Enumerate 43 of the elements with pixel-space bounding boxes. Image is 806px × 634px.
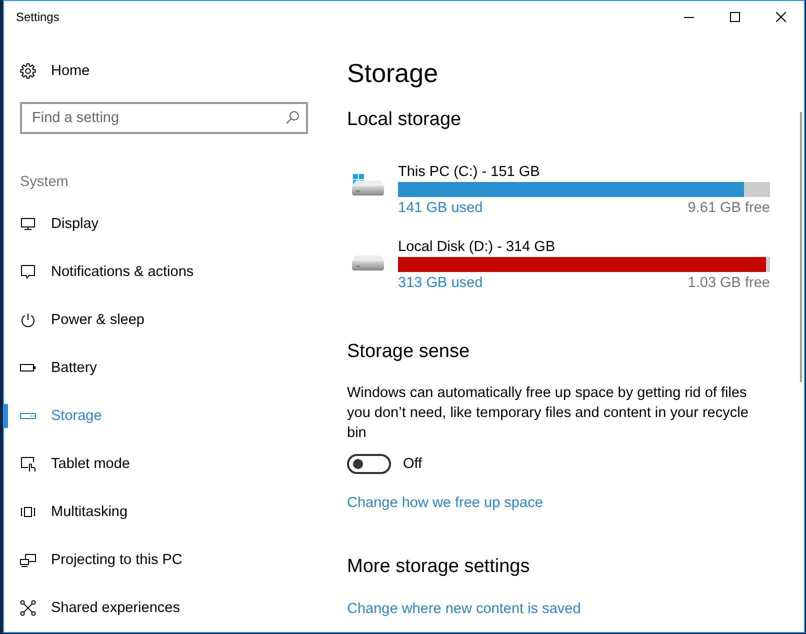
network-nodes-icon <box>20 600 36 616</box>
window-frames-icon <box>20 504 36 520</box>
window-title: Settings <box>15 10 60 24</box>
section-label: System <box>20 173 70 192</box>
search-icon[interactable] <box>286 111 299 124</box>
sidebar-item[interactable]: Display <box>4 200 324 248</box>
screens-icon <box>20 552 36 568</box>
drive-icon <box>352 174 384 196</box>
drive-name: Local Disk (D:) - 314 GB <box>398 238 556 257</box>
sidebar-item[interactable]: Multitasking <box>4 488 324 536</box>
drive-name: This PC (C:) - 151 GB <box>398 163 540 182</box>
maximize-icon <box>730 12 740 22</box>
section-heading: Storage sense <box>347 340 470 364</box>
section-heading: Local storage <box>347 108 462 132</box>
settings-link[interactable]: Change where new content is saved <box>347 599 581 619</box>
sidebar-item[interactable]: Notifications & actions <box>4 248 324 296</box>
section-heading: More storage settings <box>347 555 530 579</box>
scrollbar-thumb[interactable] <box>800 112 802 382</box>
tablet-touch-icon <box>20 456 36 472</box>
speech-bubble-icon <box>20 264 36 280</box>
close-icon <box>776 12 786 22</box>
free-up-space-link[interactable]: Change how we free up space <box>347 493 543 513</box>
free-space-label: 9.61 GB free <box>688 199 770 218</box>
toggle-switch[interactable] <box>347 454 391 474</box>
sidebar-item[interactable]: Projecting to this PC <box>4 536 324 584</box>
search-field[interactable]: Find a setting <box>20 102 308 134</box>
sidebar-item[interactable]: Battery <box>4 344 324 392</box>
free-space-label: 1.03 GB free <box>688 274 770 293</box>
sidebar-item[interactable]: Power & sleep <box>4 296 324 344</box>
sidebar-item[interactable]: Storage <box>4 392 324 440</box>
used-space-label: 313 GB used <box>398 274 483 293</box>
minimize-icon <box>684 16 694 18</box>
sidebar-item[interactable]: Shared experiences <box>4 584 324 632</box>
page-title: Storage <box>347 57 438 90</box>
power-icon <box>20 312 36 328</box>
sidebar-item[interactable]: Tablet mode <box>4 440 324 488</box>
description-text: Windows can automatically free up space by getting rid of files you don’t need, like temporary files and content in your recycle bin <box>347 384 750 443</box>
used-space-label: 141 GB used <box>398 199 483 218</box>
toggle-state-label: Off <box>403 455 422 474</box>
drive-icon <box>352 255 384 271</box>
home-link[interactable]: Home <box>4 51 324 91</box>
monitor-icon <box>20 216 36 232</box>
gear-icon <box>20 63 36 79</box>
